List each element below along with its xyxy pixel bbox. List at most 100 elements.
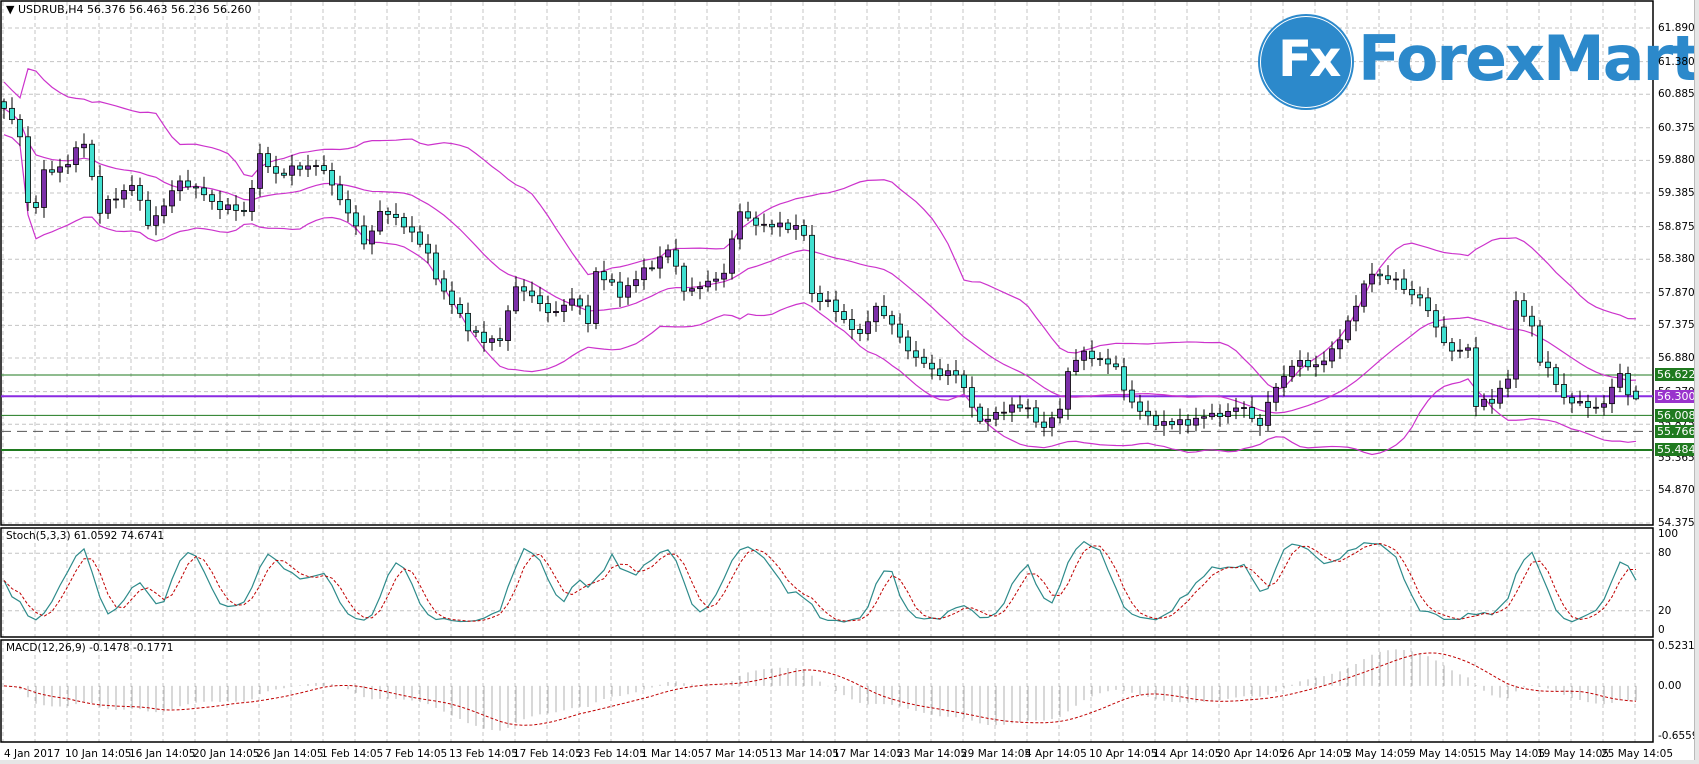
bull-candle <box>569 298 575 306</box>
level-price-label: 56.300 <box>1655 389 1696 403</box>
bull-candle <box>1161 421 1167 426</box>
time-tick-label: 26 Jan 14:05 <box>257 748 324 760</box>
bear-candle <box>385 210 391 215</box>
bear-candle <box>1 101 7 109</box>
bear-candle <box>457 304 463 314</box>
bear-candle <box>33 202 39 208</box>
bull-candle <box>1281 375 1287 388</box>
candles <box>1 97 1639 437</box>
bear-candle <box>1137 401 1143 412</box>
bear-candle <box>833 299 839 312</box>
logo-mark: Fx <box>1278 30 1341 88</box>
time-tick-label: 3 May 14:05 <box>1345 748 1411 760</box>
bear-candle <box>409 226 415 233</box>
bull-candle <box>1225 410 1231 417</box>
bear-candle <box>785 222 791 230</box>
price-tick-label: 58.380 <box>1658 253 1695 266</box>
bear-candle <box>881 305 887 317</box>
bear-candle <box>1441 326 1447 344</box>
bear-candle <box>25 136 31 203</box>
bull-candle <box>1481 398 1487 407</box>
bear-candle <box>937 368 943 376</box>
forexmart-logo: Fx ForexMart <box>1258 16 1699 116</box>
bear-candle <box>1545 361 1551 369</box>
bear-candle <box>817 293 823 302</box>
bull-candle <box>625 285 631 298</box>
bear-candle <box>201 187 207 196</box>
stoch-tick-label: 80 <box>1658 547 1672 560</box>
time-tick-label: 20 Apr 14:05 <box>1217 748 1286 760</box>
bear-candle <box>233 204 239 211</box>
bear-candle <box>1185 419 1191 426</box>
time-tick-label: 1 Feb 14:05 <box>321 748 384 760</box>
bear-candle <box>441 278 447 292</box>
bear-candle <box>529 290 535 297</box>
bear-candle <box>601 271 607 281</box>
macd-tick-label: 0.00 <box>1658 679 1682 692</box>
panel-2 <box>0 639 1654 743</box>
bear-candle <box>1449 342 1455 352</box>
macd-title: MACD(12,26,9) -0.1478 -0.1771 <box>6 642 174 654</box>
bear-candle <box>185 180 191 188</box>
bear-candle <box>1129 389 1135 403</box>
bull-candle <box>793 225 799 230</box>
time-tick-label: 4 Apr 14:05 <box>1025 748 1087 760</box>
bear-candle <box>1145 410 1151 417</box>
logo-circle: Fx <box>1260 16 1352 108</box>
bull-candle <box>985 418 991 422</box>
bull-candle <box>1273 386 1279 403</box>
bear-candle <box>209 194 215 202</box>
bear-candle <box>337 184 343 201</box>
vertical-scrollbar[interactable] <box>1694 0 1699 764</box>
time-tick-label: 23 Mar 14:05 <box>897 748 968 760</box>
bull-candle <box>1577 401 1583 404</box>
bear-candle <box>1521 300 1527 317</box>
bull-candle <box>633 279 639 287</box>
bear-candle <box>585 305 591 324</box>
bull-candle <box>641 267 647 281</box>
bull-candle <box>593 271 599 324</box>
price-tick-label: 60.375 <box>1658 121 1695 134</box>
bear-candle <box>49 169 55 173</box>
bull-candle <box>1193 417 1199 426</box>
price-tick-label: 60.885 <box>1658 88 1695 101</box>
bear-candle <box>905 336 911 352</box>
bull-candle <box>1001 411 1007 414</box>
bear-candle <box>1409 289 1415 296</box>
chart-title: ▼ USDRUB,H4 56.376 56.463 56.236 56.260 <box>6 3 251 16</box>
bull-candle <box>737 211 743 240</box>
bear-candle <box>297 165 303 170</box>
ohlc-low: 56.236 <box>170 3 210 16</box>
time-tick-label: 14 Apr 14:05 <box>1153 748 1222 760</box>
bear-candle <box>753 217 759 226</box>
bull-candle <box>1337 339 1343 350</box>
bear-candle <box>1569 396 1575 404</box>
bear-candle <box>897 323 903 338</box>
bull-candle <box>1593 406 1599 409</box>
bear-candle <box>1033 407 1039 423</box>
bollinger-middle-band <box>3 107 1637 414</box>
bear-candle <box>521 286 527 292</box>
stoch-title: Stoch(5,3,3) 61.0592 74.6741 <box>6 530 165 542</box>
bear-candle <box>1217 412 1223 417</box>
bear-candle <box>1585 401 1591 408</box>
bear-candle <box>465 312 471 332</box>
time-tick-label: 20 Jan 14:05 <box>193 748 260 760</box>
bull-candle <box>505 310 511 341</box>
bear-candle <box>321 165 327 171</box>
bull-candle <box>1497 387 1503 404</box>
bear-candle <box>609 279 615 283</box>
time-tick-label: 13 Mar 14:05 <box>769 748 840 760</box>
bear-candle <box>1625 373 1631 396</box>
bull-candle <box>697 286 703 290</box>
bear-candle <box>1249 407 1255 419</box>
bear-candle <box>97 176 103 214</box>
bull-candle <box>1617 373 1623 388</box>
bull-candle <box>513 286 519 312</box>
dropdown-triangle-icon[interactable]: ▼ <box>6 3 14 16</box>
bull-candle <box>1297 360 1303 367</box>
bear-candle <box>497 338 503 341</box>
bull-candle <box>129 185 135 191</box>
bear-candle <box>353 212 359 227</box>
time-tick-label: 10 Apr 14:05 <box>1089 748 1158 760</box>
